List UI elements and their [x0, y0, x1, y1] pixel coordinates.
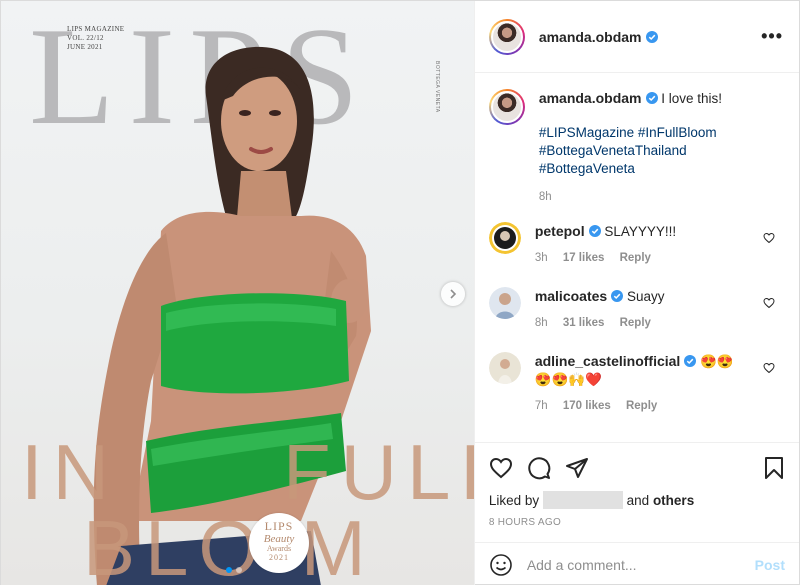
caption-username[interactable]: amanda.obdam: [539, 90, 642, 106]
comment-item: adline_castelinofficial 😍😍 😍😍🙌❤️ 7h 170 …: [488, 352, 785, 415]
cover-headline-bloom: BLO M: [83, 504, 376, 585]
save-bookmark-icon[interactable]: [763, 456, 785, 480]
comment-text: Suayy: [626, 289, 665, 304]
verified-badge-icon: [588, 225, 601, 237]
comment-likes[interactable]: 170 likes: [563, 400, 611, 412]
verified-badge-icon: [645, 92, 658, 104]
like-comment-heart-icon[interactable]: [763, 297, 775, 309]
comment-time[interactable]: 7h: [535, 400, 548, 412]
carousel-dot: [226, 567, 232, 573]
post-actions: Liked by and others 8 HOURS AGO: [474, 442, 799, 528]
comment-time[interactable]: 8h: [535, 317, 548, 329]
avatar[interactable]: [488, 222, 521, 254]
cover-headline-full: FULL: [283, 428, 474, 516]
post-comment-button[interactable]: Post: [755, 557, 785, 573]
hashtag-link[interactable]: #LIPSMagazine #InFullBloom: [539, 124, 785, 142]
chevron-right-icon: [450, 289, 457, 299]
hashtag-link[interactable]: #BottegaVeneta: [539, 160, 785, 178]
carousel-next-button[interactable]: [441, 282, 465, 306]
comment-item: malicoates Suayy 8h 31 likes Reply: [488, 287, 785, 332]
liked-by-summary: Liked by and others: [488, 491, 695, 509]
comment-username[interactable]: malicoates: [535, 288, 607, 304]
like-heart-icon[interactable]: [489, 456, 513, 480]
header-username[interactable]: amanda.obdam: [539, 29, 642, 45]
comment-text: 😍😍: [700, 354, 734, 369]
reply-button[interactable]: Reply: [626, 400, 657, 412]
avatar[interactable]: [488, 89, 525, 125]
post-image[interactable]: LIPS LIPS MAGAZINE VOL. 22/12 JUNE 2021 …: [1, 1, 474, 585]
verified-badge-icon: [684, 355, 697, 367]
like-comment-heart-icon[interactable]: [763, 232, 775, 244]
caption-text: I love this!: [661, 91, 723, 106]
comment-bubble-icon[interactable]: [527, 456, 551, 480]
like-comment-heart-icon[interactable]: [763, 362, 775, 374]
comment-likes[interactable]: 17 likes: [563, 252, 605, 264]
verified-badge-icon: [645, 30, 658, 43]
comment-time[interactable]: 3h: [535, 252, 548, 264]
post-side-panel: amanda.obdam ••• amanda.obdam I love thi…: [473, 1, 799, 585]
post-timestamp[interactable]: 8 HOURS AGO: [489, 517, 785, 528]
avatar[interactable]: [488, 287, 521, 319]
comment-text-continued: 😍😍🙌❤️: [534, 372, 603, 387]
post-caption: amanda.obdam I love this! #LIPSMagazine …: [488, 89, 785, 206]
avatar[interactable]: [488, 352, 521, 384]
instagram-post: LIPS LIPS MAGAZINE VOL. 22/12 JUNE 2021 …: [0, 0, 800, 585]
comment-likes[interactable]: 31 likes: [563, 317, 605, 329]
more-options-icon[interactable]: •••: [761, 26, 783, 47]
comment-input[interactable]: [526, 556, 755, 573]
comment-username[interactable]: petepol: [535, 223, 585, 239]
hashtag-link[interactable]: #BottegaVenetaThailand: [539, 142, 785, 160]
reply-button[interactable]: Reply: [620, 252, 651, 264]
others-link[interactable]: others: [653, 493, 694, 508]
avatar[interactable]: [488, 18, 525, 55]
beauty-awards-badge: LIPS Beauty Awards 2021: [249, 513, 309, 573]
comment-text: SLAYYYY!!!: [604, 224, 677, 239]
share-paper-plane-icon[interactable]: [565, 456, 589, 480]
redacted-username[interactable]: [542, 491, 623, 509]
carousel-dot: [236, 567, 242, 573]
post-header: amanda.obdam •••: [474, 1, 799, 73]
comments-list: amanda.obdam I love this! #LIPSMagazine …: [475, 73, 799, 442]
cover-headline-in: IN: [21, 428, 119, 516]
emoji-icon[interactable]: [489, 553, 513, 577]
caption-time[interactable]: 8h: [539, 191, 552, 203]
verified-badge-icon: [611, 290, 624, 302]
comment-username[interactable]: adline_castelinofficial: [535, 353, 681, 369]
carousel-indicator: [226, 567, 242, 573]
add-comment-bar: Post: [474, 542, 799, 585]
comment-item: petepol SLAYYYY!!! 3h 17 likes Reply: [488, 222, 785, 267]
reply-button[interactable]: Reply: [620, 317, 651, 329]
